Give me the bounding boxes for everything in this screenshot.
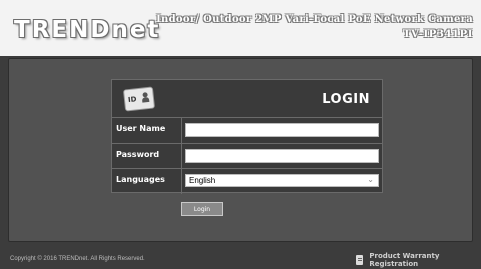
password-input[interactable] [185,149,379,163]
password-label: Password [116,150,160,159]
language-label: Languages [116,175,165,184]
warranty-registration-link[interactable]: Product Warranty Registration [356,251,481,268]
username-input[interactable] [185,123,379,137]
chevron-down-icon: ⌄ [367,175,374,184]
username-row: User Name [112,118,382,143]
login-button[interactable]: Login [181,202,223,216]
language-select[interactable]: English ⌄ [185,174,379,187]
document-icon [356,254,364,265]
warranty-registration-label: Product Warranty Registration [369,251,440,268]
language-value: English [189,176,216,185]
product-title: Indoor/ Outdoor 2MP Vari-Focal PoE Netwo… [156,14,473,25]
login-form: User Name Password Languages English ⌄ [111,117,383,194]
password-row: Password [112,143,382,169]
login-panel-header: ID LOGIN [111,79,383,117]
model-number: TV-IP341PI [403,29,473,40]
login-title: LOGIN [322,92,370,107]
copyright-text: Copyright © 2016 TRENDnet. All Rights Re… [10,256,145,262]
language-row: Languages English ⌄ [112,168,382,194]
trendnet-logo: TRENDnet [14,17,161,43]
person-icon [141,92,149,103]
header: TRENDnet Indoor/ Outdoor 2MP Vari-Focal … [0,0,481,56]
id-card-icon: ID [122,86,156,112]
username-label: User Name [116,124,166,133]
